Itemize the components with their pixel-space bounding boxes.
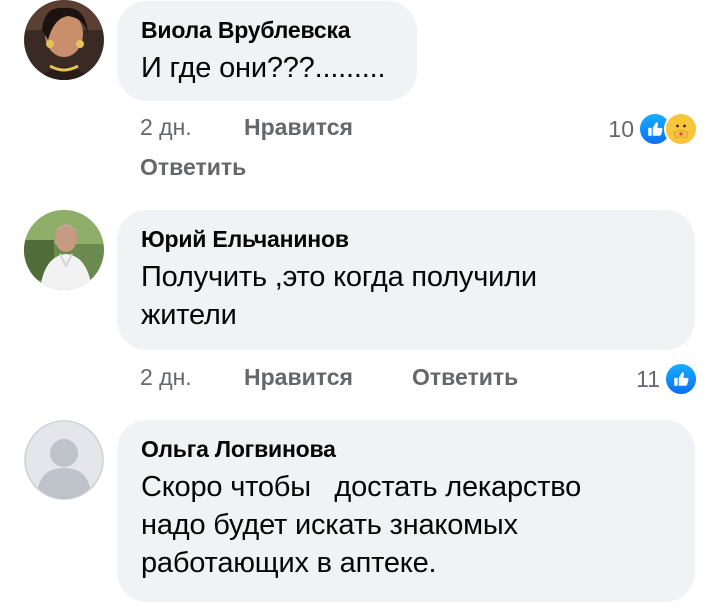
reactions-count: 10	[608, 115, 634, 142]
comment-author[interactable]: Виола Врублевска	[141, 15, 393, 45]
avatar[interactable]	[24, 210, 104, 290]
comment-time[interactable]: 2 дн.	[140, 114, 192, 141]
comment-bubble: Ольга Логвинова Скоро чтобы достать лека…	[117, 420, 695, 602]
comment-time[interactable]: 2 дн.	[140, 364, 192, 391]
like-button[interactable]: Нравится	[244, 114, 353, 141]
reactions-count: 11	[636, 365, 660, 392]
like-icon	[664, 362, 698, 396]
reply-button[interactable]: Ответить	[140, 154, 246, 181]
reply-button[interactable]: Ответить	[412, 364, 518, 391]
like-button[interactable]: Нравится	[244, 364, 353, 391]
avatar[interactable]	[24, 0, 104, 80]
comment-text: Получить ,это когда получили жители	[141, 261, 537, 331]
comment-text: Скоро чтобы достать лекарство надо будет…	[141, 471, 582, 579]
comment-bubble: Виола Врублевска И где они???.........	[117, 1, 417, 101]
reactions-summary[interactable]: 10	[608, 112, 698, 146]
comment-author[interactable]: Юрий Ельчанинов	[141, 224, 671, 254]
reactions-summary[interactable]: 11	[636, 362, 698, 396]
care-icon	[664, 112, 698, 146]
comment-text: И где они???.........	[141, 52, 386, 84]
comment-author[interactable]: Ольга Логвинова	[141, 434, 671, 464]
avatar-placeholder[interactable]	[24, 420, 104, 500]
comment-bubble: Юрий Ельчанинов Получить ,это когда полу…	[117, 210, 695, 350]
